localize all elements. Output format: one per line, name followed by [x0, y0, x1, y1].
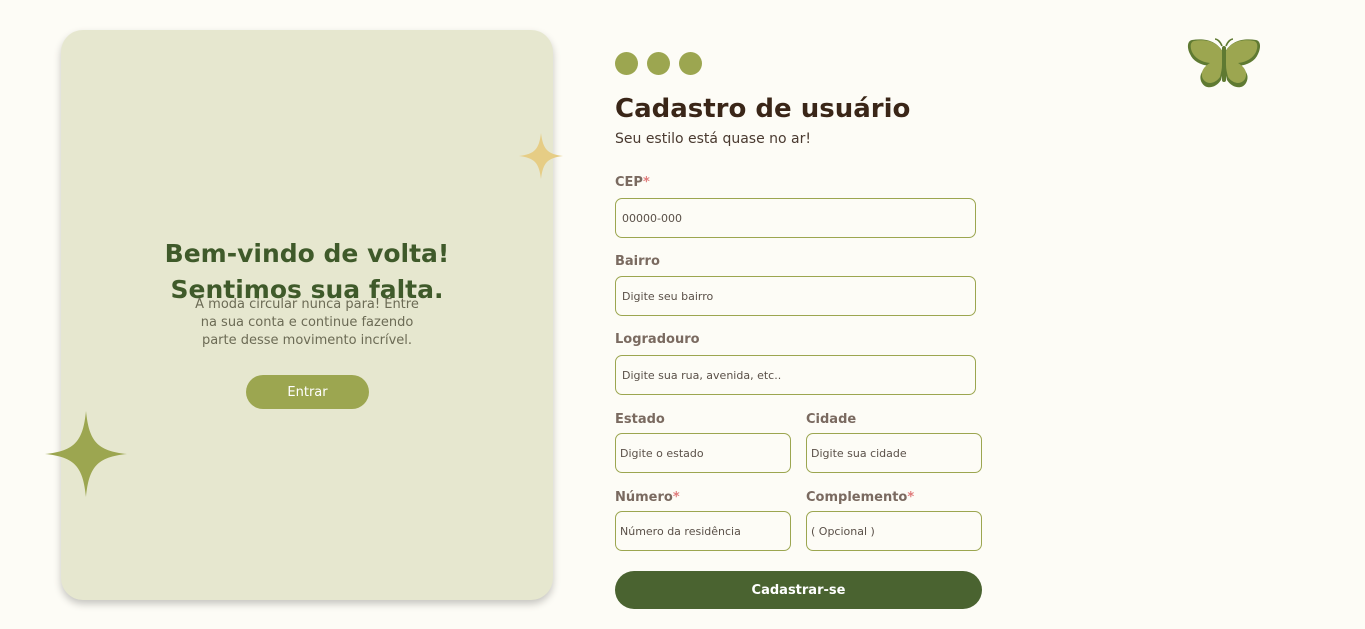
sparkle-icon [519, 133, 563, 179]
estado-label: Estado [615, 412, 665, 427]
numero-label: Número* [615, 490, 680, 505]
required-mark: * [672, 490, 680, 505]
numero-input[interactable] [615, 511, 791, 551]
complemento-label: Complemento* [806, 490, 914, 505]
required-mark: * [907, 490, 915, 505]
welcome-title-line1: Bem-vindo de volta! [164, 239, 450, 268]
step-dot [679, 52, 702, 75]
bairro-label: Bairro [615, 254, 660, 269]
logradouro-label: Logradouro [615, 332, 700, 347]
form-title: Cadastro de usuário [615, 94, 911, 124]
complemento-input[interactable] [806, 511, 982, 551]
welcome-card: Bem-vindo de volta! Sentimos sua falta. … [61, 30, 553, 600]
enter-button[interactable]: Entrar [246, 375, 369, 409]
cep-input[interactable] [615, 198, 976, 238]
sparkle-icon [45, 411, 127, 497]
form-subtitle: Seu estilo está quase no ar! [615, 131, 811, 147]
butterfly-icon [1187, 38, 1261, 88]
logradouro-input[interactable] [615, 355, 976, 395]
cep-label-text: CEP [615, 175, 643, 190]
step-dots [615, 52, 702, 75]
step-dot [647, 52, 670, 75]
submit-button[interactable]: Cadastrar-se [615, 571, 982, 609]
cidade-input[interactable] [806, 433, 982, 473]
welcome-text: A moda circular nunca para! Entre na sua… [195, 297, 419, 348]
numero-label-text: Número [615, 490, 673, 505]
step-dot [615, 52, 638, 75]
estado-input[interactable] [615, 433, 791, 473]
cidade-label: Cidade [806, 412, 857, 427]
cep-label: CEP* [615, 175, 650, 190]
complemento-label-text: Complemento [806, 490, 908, 505]
bairro-input[interactable] [615, 276, 976, 316]
required-mark: * [642, 175, 650, 190]
signup-page: Bem-vindo de volta! Sentimos sua falta. … [0, 0, 1365, 629]
